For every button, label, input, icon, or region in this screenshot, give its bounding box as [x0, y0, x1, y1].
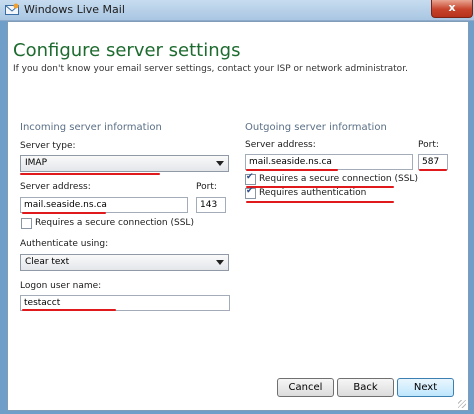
outgoing-server-address-label: Server address: [245, 140, 316, 150]
incoming-port-input[interactable]: 143 [196, 197, 226, 213]
annotation-underline [20, 173, 160, 175]
page-subtitle: If you don't know your email server sett… [13, 64, 408, 74]
annotation-underline [22, 309, 116, 311]
window-title: Windows Live Mail [24, 3, 125, 16]
logon-user-name-label: Logon user name: [20, 281, 102, 291]
requires-authentication-checkbox[interactable] [245, 186, 256, 199]
close-icon: x [448, 1, 456, 14]
dialog-content [7, 21, 469, 411]
annotation-underline [246, 201, 394, 203]
chevron-down-icon [216, 161, 224, 166]
incoming-server-address-input[interactable]: mail.seaside.ns.ca [20, 197, 188, 213]
server-type-label: Server type: [20, 141, 76, 151]
outgoing-port-label: Port: [418, 140, 439, 150]
envelope-icon [5, 3, 19, 15]
outgoing-ssl-label: Requires a secure connection (SSL) [259, 174, 418, 184]
outgoing-server-address-input[interactable]: mail.seaside.ns.ca [245, 154, 413, 170]
close-button[interactable]: x [431, 0, 473, 18]
next-button[interactable]: Next [397, 378, 454, 397]
page-title: Configure server settings [13, 40, 241, 61]
incoming-section-title: Incoming server information [20, 122, 162, 133]
annotation-underline [419, 169, 447, 171]
chevron-down-icon [216, 260, 224, 265]
annotation-underline [22, 212, 106, 214]
server-type-value: IMAP [25, 158, 48, 168]
title-bar[interactable]: Windows Live Mail x [0, 0, 474, 21]
outgoing-port-input[interactable]: 587 [418, 154, 448, 170]
resize-grip[interactable] [458, 400, 466, 408]
cancel-button[interactable]: Cancel [277, 378, 334, 397]
back-button[interactable]: Back [337, 378, 394, 397]
incoming-ssl-label: Requires a secure connection (SSL) [35, 218, 194, 228]
incoming-server-address-label: Server address: [20, 182, 91, 192]
server-type-select[interactable]: IMAP [20, 155, 229, 172]
authenticate-using-select[interactable]: Clear text [20, 254, 229, 271]
authenticate-using-value: Clear text [25, 257, 70, 267]
annotation-underline [246, 169, 338, 171]
outgoing-ssl-checkbox[interactable] [245, 172, 256, 185]
authenticate-using-label: Authenticate using: [20, 239, 109, 249]
outgoing-section-title: Outgoing server information [245, 122, 387, 133]
requires-authentication-label: Requires authentication [259, 188, 367, 198]
incoming-port-label: Port: [196, 182, 217, 192]
incoming-ssl-checkbox[interactable] [21, 218, 32, 229]
